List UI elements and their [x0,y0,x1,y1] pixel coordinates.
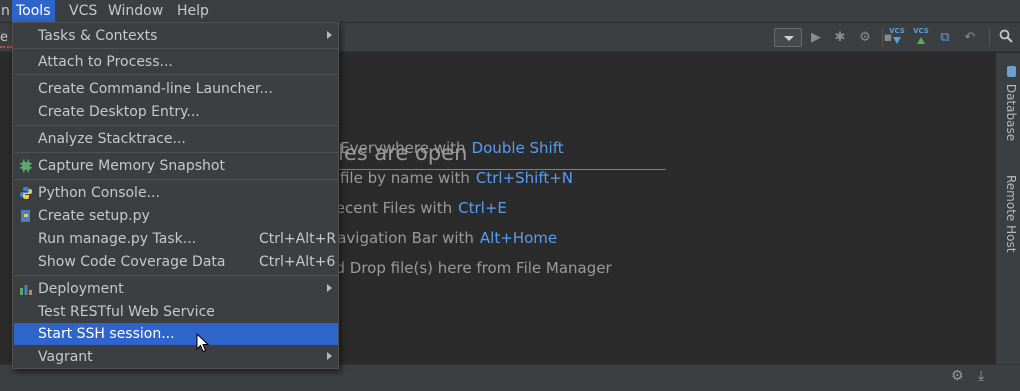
menu-item-vagrant[interactable]: Vagrant [14,347,338,367]
hint-drag-drop: nd Drop file(s) here from File Manager [326,259,612,277]
menu-item-label: Show Code Coverage Data [38,254,226,270]
database-icon [1006,66,1016,77]
menubar: n Tools VCS Window Help [0,0,1020,23]
remote-host-tab-label: Remote Host [1004,175,1018,253]
menu-window[interactable]: Window [104,0,167,23]
menu-separator [14,275,338,276]
menu-item-label: Create setup.py [38,208,150,224]
menu-item-label: Attach to Process... [38,54,173,70]
menu-vcs[interactable]: VCS [65,0,101,23]
vcs-update-icon[interactable]: VCS [888,27,906,47]
hide-icon[interactable]: ⤓ [978,368,984,384]
hint-text: a file by name with [326,169,470,187]
deployment-icon [20,285,32,295]
toolbar-separator [882,28,883,47]
menu-item-create-cli-launcher[interactable]: Create Command-line Launcher... [14,79,338,99]
gear-icon[interactable]: ⚙ [951,368,964,384]
error-underline [0,46,12,48]
hint-go-to-file: a file by name with Ctrl+Shift+N [326,169,573,187]
menu-item-start-ssh-session[interactable]: Start SSH session... [14,323,338,345]
menu-item-label: Start SSH session... [38,326,175,342]
menu-separator [14,74,338,75]
submenu-arrow-icon [327,284,332,292]
arrow-down-icon [893,37,901,44]
remote-host-tool-tab[interactable]: Remote Host [998,175,1018,252]
hint-shortcut: Ctrl+Shift+N [475,169,574,187]
python-file-icon [21,210,30,222]
menu-tools[interactable]: Tools [12,0,55,23]
toolbar-separator-2 [989,28,990,47]
memory-chip-icon [20,159,32,173]
editor-tab-label: e [0,30,8,45]
vcs-commit-icon[interactable]: VCS [912,27,930,47]
hint-text: Recent Files with [326,199,453,217]
menu-separator [14,48,338,49]
submenu-arrow-icon [327,31,332,39]
menu-item-shortcut: Ctrl+Alt+R [259,231,337,247]
menu-item-create-desktop-entry[interactable]: Create Desktop Entry... [14,102,338,122]
menu-help[interactable]: Help [173,0,213,23]
run-config-dropdown[interactable] [774,28,802,47]
menu-item-label: Capture Memory Snapshot [38,158,225,174]
submenu-arrow-icon [327,352,332,360]
menu-item-deployment[interactable]: Deployment [14,279,338,299]
menu-item-attach-to-process[interactable]: Attach to Process... [14,52,338,72]
hint-shortcut: Alt+Home [479,229,558,247]
hint-shortcut: Double Shift [471,139,564,157]
hint-text: Navigation Bar with [326,229,474,247]
coverage-icon[interactable]: ⚙ [856,29,874,47]
vcs-commit-label: VCS [913,27,929,35]
hint-search-everywhere: n Everywhere with Double Shift [326,139,564,157]
database-tool-tab[interactable]: Database [998,66,1018,141]
menu-item-label: Analyze Stacktrace... [38,131,186,147]
menu-item-capture-memory-snapshot[interactable]: Capture Memory Snapshot [14,156,338,176]
hint-recent-files: Recent Files with Ctrl+E [326,199,507,217]
menu-item-label: Create Desktop Entry... [38,104,200,120]
menu-item-label: Test RESTful Web Service [38,304,215,320]
revert-icon[interactable]: ↶ [961,29,979,47]
editor-tab-sliver[interactable]: e [0,30,12,48]
menu-item-create-setup-py[interactable]: Create setup.py [14,206,338,226]
hint-shortcut: Ctrl+E [458,199,507,217]
menu-item-label: Create Command-line Launcher... [38,81,273,97]
arrow-up-icon [917,37,925,44]
vcs-history-icon[interactable]: ⧉ [936,29,954,47]
hint-navigation-bar: Navigation Bar with Alt+Home [326,229,557,247]
menu-item-test-restful[interactable]: Test RESTful Web Service [14,302,338,322]
menu-item-analyze-stacktrace[interactable]: Analyze Stacktrace... [14,129,338,149]
menu-item-label: Tasks & Contexts [38,28,158,44]
python-icon [20,187,32,199]
right-tool-strip: Database Remote Host [995,53,1020,364]
menu-item-tasks-contexts[interactable]: Tasks & Contexts [14,26,338,46]
menu-separator [14,179,338,180]
menu-item-label: Vagrant [38,349,93,365]
menu-item-run-manage-py[interactable]: Run manage.py Task... Ctrl+Alt+R [14,229,338,249]
hint-text: n Everywhere with [326,139,466,157]
tools-menu-dropdown: Tasks & Contexts Attach to Process... Cr… [12,22,339,369]
menu-separator [14,152,338,153]
vcs-update-label: VCS [889,27,905,35]
menu-item-label: Run manage.py Task... [38,231,197,247]
hint-text: nd Drop file(s) here from File Manager [326,259,612,277]
menu-item-python-console[interactable]: Python Console... [14,183,338,203]
menu-item-shortcut: Ctrl+Alt+6 [259,254,336,270]
menu-item-label: Python Console... [38,185,160,201]
menu-separator [14,125,338,126]
menu-item-show-code-coverage[interactable]: Show Code Coverage Data Ctrl+Alt+6 [14,252,338,272]
database-tab-label: Database [1004,83,1018,142]
debug-icon[interactable]: ✱ [831,29,849,47]
search-icon[interactable] [997,29,1015,47]
mouse-cursor-icon [196,333,210,353]
run-icon[interactable]: ▶ [807,29,825,47]
menu-item-label: Deployment [38,281,124,297]
